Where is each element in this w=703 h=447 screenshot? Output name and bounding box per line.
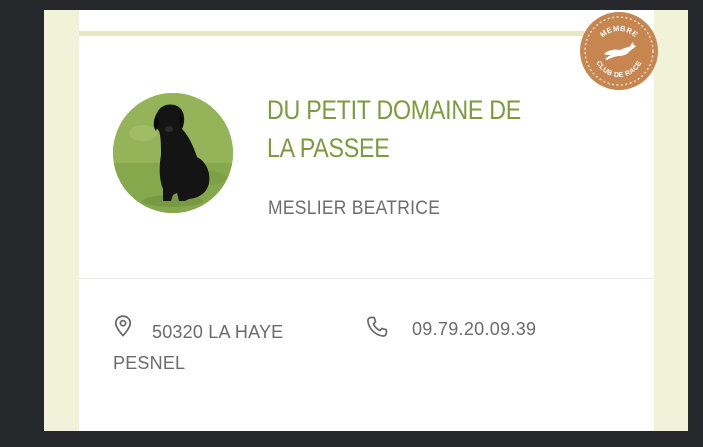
badge-text-bottom: CLUB DE RACE [594, 60, 643, 79]
badge-text-top: MEMBRE [598, 24, 640, 39]
address-text: 50320 LA HAYE PESNEL [113, 322, 284, 373]
kennel-avatar[interactable] [113, 93, 233, 213]
phone-icon[interactable] [365, 315, 389, 339]
black-dog-photo [113, 93, 233, 213]
card-divider [79, 278, 654, 279]
kennel-name[interactable]: DU PETIT DOMAINE DE LA PASSEE [267, 91, 551, 167]
phone-number[interactable]: 09.79.20.09.39 [412, 317, 536, 341]
running-dog-icon [604, 42, 636, 60]
card-top-divider [79, 31, 654, 36]
badge-emblem: MEMBRE CLUB DE RACE [584, 16, 654, 86]
club-member-badge: MEMBRE CLUB DE RACE [580, 12, 658, 90]
owner-name: MESLIER BEATRICE [268, 198, 441, 219]
